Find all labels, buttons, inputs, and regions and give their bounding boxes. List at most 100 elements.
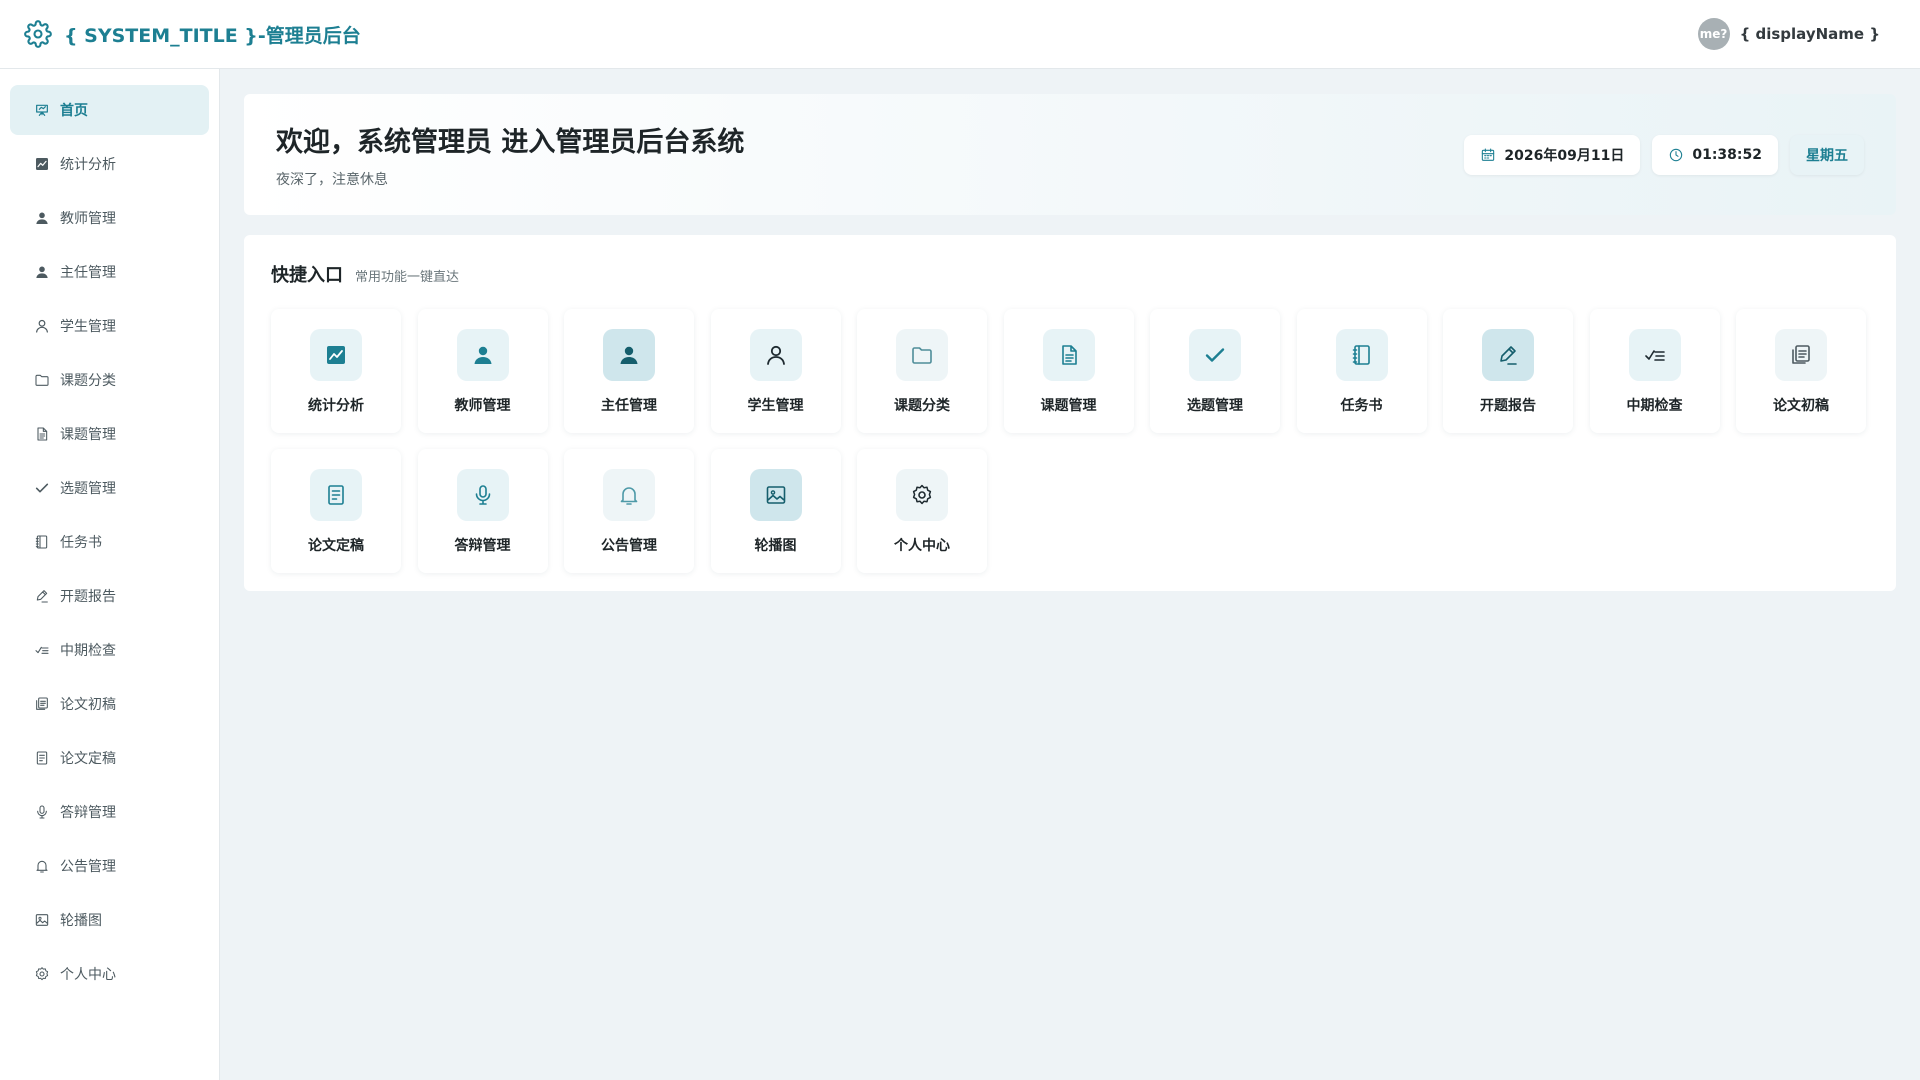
avatar[interactable]: me? [1697,18,1730,50]
sidebar-item-topic-selection[interactable]: 选题管理 [10,463,209,513]
edit-pen-icon [1496,343,1520,367]
gear-icon [34,966,50,982]
microphone-icon [471,483,495,507]
user-filled-icon [617,343,641,367]
picture-icon [34,912,50,928]
quick-tile-final-draft[interactable]: 论文定稿 [271,449,401,573]
quick-tile-teachers[interactable]: 教师管理 [417,309,548,433]
quick-tile-label: 任务书 [1340,398,1383,414]
sidebar-item-final-draft[interactable]: 论文定稿 [10,733,209,783]
quick-tile-label: 课题分类 [894,398,950,414]
sidebar-item-topic-categories[interactable]: 课题分类 [10,355,209,405]
sidebar-item-label: 中期检查 [60,643,116,659]
sidebar-item-announcements[interactable]: 公告管理 [10,841,209,891]
picture-icon [764,483,788,507]
check-icon [34,480,50,496]
edit-pen-icon [34,588,50,604]
quick-tile-midterm[interactable]: 中期检查 [1589,309,1720,433]
date-pill: 2026年09月11日 [1464,134,1641,175]
quick-tile-label: 选题管理 [1187,398,1243,414]
sidebar-item-proposal[interactable]: 开题报告 [10,571,209,621]
tickets-icon [324,483,348,507]
sidebar-item-carousel[interactable]: 轮播图 [10,895,209,945]
quick-tile-label: 主任管理 [601,398,657,414]
quick-tile-label: 统计分析 [308,398,364,414]
quick-tile-label: 论文初稿 [1773,398,1829,414]
quick-entry-header: 快捷入口 常用功能一键直达 [271,261,1869,287]
sidebar-item-label: 轮播图 [60,913,102,929]
sidebar-item-teachers[interactable]: 教师管理 [10,193,209,243]
time-text: 01:38:52 [1692,146,1762,163]
date-text: 2026年09月11日 [1504,147,1625,164]
sidebar-item-label: 个人中心 [60,967,116,983]
bell-icon [617,483,641,507]
home-icon [34,102,50,118]
time-pill: 01:38:52 [1652,134,1778,175]
sidebar-item-midterm[interactable]: 中期检查 [10,625,209,675]
sidebar-item-label: 论文定稿 [60,751,116,767]
gear-icon [910,483,934,507]
quick-tile-announcements[interactable]: 公告管理 [564,449,694,573]
top-header: { SYSTEM_TITLE }-管理员后台 me? { displayName… [0,0,1920,69]
sidebar-item-statistics[interactable]: 统计分析 [10,139,209,189]
sidebar-item-home[interactable]: 首页 [10,85,209,135]
quick-tile-first-draft[interactable]: 论文初稿 [1736,309,1866,433]
user-filled-icon [34,264,50,280]
quick-tile-carousel[interactable]: 轮播图 [710,449,841,573]
quick-tile-label: 轮播图 [754,538,797,554]
datetime-pills: 2026年09月11日 01:38:52 星期五 [1464,134,1864,175]
user-outline-icon [764,343,788,367]
quick-tile-label: 论文定稿 [308,538,364,554]
bell-icon [34,858,50,874]
sidebar-item-label: 课题分类 [60,373,116,389]
folder-icon [910,343,934,367]
display-name[interactable]: { displayName } [1740,25,1880,43]
quick-tile-label: 公告管理 [601,538,657,554]
user-outline-icon [34,318,50,334]
quick-tile-defense[interactable]: 答辩管理 [417,449,548,573]
welcome-title: 欢迎，系统管理员 进入管理员后台系统 [276,127,745,158]
welcome-text: 欢迎，系统管理员 进入管理员后台系统 夜深了，注意休息 [276,120,744,189]
copy-document-icon [1789,343,1813,367]
quick-tile-label: 中期检查 [1626,398,1683,414]
quick-tile-label: 课题管理 [1040,398,1097,414]
quick-tile-task-book[interactable]: 任务书 [1296,309,1427,433]
sidebar-item-label: 任务书 [60,535,102,551]
chart-icon [34,156,50,172]
quick-tile-proposal[interactable]: 开题报告 [1443,309,1573,433]
sidebar-item-first-draft[interactable]: 论文初稿 [10,679,209,729]
sidebar-item-directors[interactable]: 主任管理 [10,247,209,297]
welcome-subtitle: 夜深了，注意休息 [276,172,388,188]
sidebar-item-task-book[interactable]: 任务书 [10,517,209,567]
quick-tile-students[interactable]: 学生管理 [710,309,841,433]
quick-tile-label: 教师管理 [454,398,511,414]
chart-icon [324,343,348,367]
sidebar-item-defense[interactable]: 答辩管理 [10,787,209,837]
tickets-icon [34,750,50,766]
sidebar-item-label: 主任管理 [60,265,116,281]
document-icon [34,426,50,442]
quick-tile-label: 学生管理 [747,398,804,414]
quick-tile-label: 开题报告 [1480,398,1536,414]
checklist-icon [34,642,50,658]
sidebar-item-students[interactable]: 学生管理 [10,301,209,351]
sidebar-item-topics[interactable]: 课题管理 [10,409,209,459]
weekday-text: 星期五 [1806,147,1848,164]
quick-entry-panel: 快捷入口 常用功能一键直达 统计分析 教师管理 主任管理 学生管理 课题分类 课… [244,235,1896,591]
quick-tile-topic-selection[interactable]: 选题管理 [1150,309,1280,433]
sidebar-item-profile[interactable]: 个人中心 [10,949,209,999]
brand[interactable]: { SYSTEM_TITLE }-管理员后台 [24,20,361,48]
quick-tile-topic-categories[interactable]: 课题分类 [857,309,987,433]
copy-document-icon [34,696,50,712]
user-filled-icon [34,210,50,226]
sidebar-item-label: 答辩管理 [60,805,116,821]
sidebar-item-label: 学生管理 [60,319,116,335]
quick-tile-statistics[interactable]: 统计分析 [271,309,401,433]
calendar-icon [1480,147,1496,163]
notebook-icon [1350,343,1374,367]
quick-tile-directors[interactable]: 主任管理 [564,309,694,433]
quick-entry-subtitle: 常用功能一键直达 [355,270,460,285]
quick-tile-topics[interactable]: 课题管理 [1003,309,1134,433]
user-menu[interactable]: me? { displayName } [1697,18,1896,50]
quick-tile-profile[interactable]: 个人中心 [857,449,987,573]
